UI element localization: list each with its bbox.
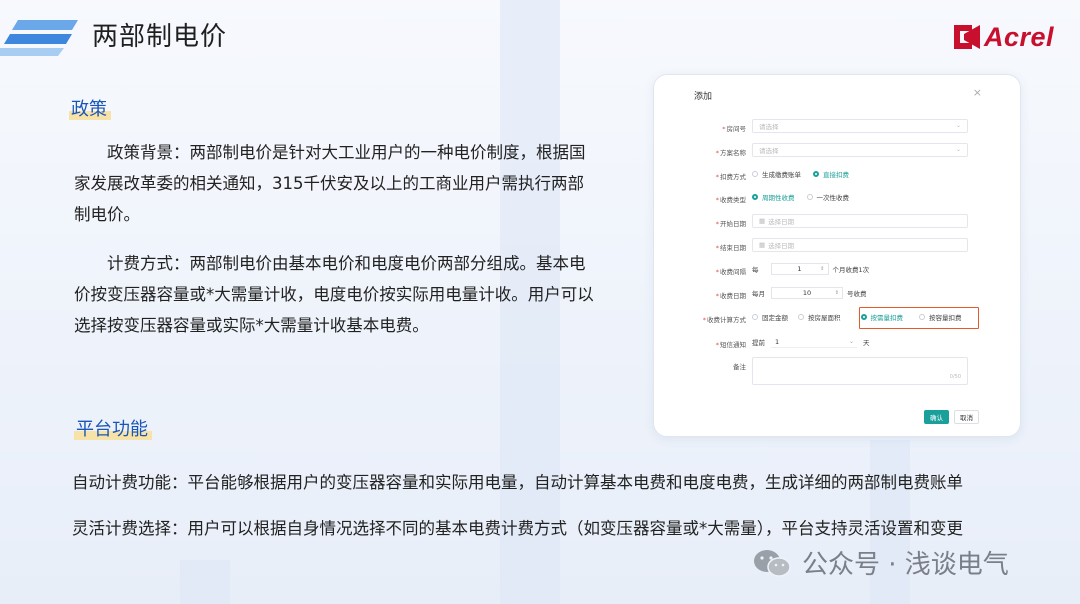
calc-highlight-box	[859, 307, 979, 329]
page-title: 两部制电价	[92, 22, 228, 52]
sms-label: *短信通知	[715, 341, 746, 349]
dialog-title: 添加	[694, 92, 713, 102]
platform-tag: 平台功能	[74, 415, 152, 441]
end-label: *结束日期	[715, 244, 746, 252]
plan-label: *方案名称	[715, 149, 746, 157]
watermark-text: 公众号 · 浅谈电气	[802, 550, 1009, 580]
deduct-direct-radio[interactable]: 直接扣费	[813, 169, 849, 179]
interval-stepper[interactable]: 1 ⇕	[770, 263, 829, 275]
room-select[interactable]: 请选择 ⌄	[752, 119, 968, 133]
confirm-button[interactable]: 确认	[924, 410, 949, 424]
note-textarea[interactable]: 0/50	[752, 357, 968, 385]
start-label: *开始日期	[715, 220, 746, 228]
logo-bars-icon	[0, 20, 78, 56]
close-icon[interactable]: ×	[973, 86, 982, 99]
periodic-radio[interactable]: 周期性收费	[752, 192, 795, 202]
room-label: *房间号	[722, 125, 746, 133]
add-dialog: 添加 × *房间号 请选择 ⌄ *方案名称 请选择 ⌄ *扣费方式 生成缴费账单 直…	[653, 74, 1021, 437]
cancel-button[interactable]: 取消	[954, 410, 979, 424]
start-date-input[interactable]: ▦ 选择日期	[752, 214, 968, 228]
calendar-icon: ▦	[759, 217, 766, 225]
brand-logo: Acrel	[953, 21, 1054, 52]
note-label: 备注	[733, 363, 746, 371]
deduct-bill-radio[interactable]: 生成缴费账单	[752, 169, 801, 179]
note-counter: 0/50	[949, 374, 961, 380]
policy-background: 政策背景：两部制电价是针对大工业用户的一种电价制度，根据国家发展改革委的相关通知…	[74, 143, 586, 224]
brand-text: Acrel	[983, 21, 1054, 52]
chevron-down-icon: ⌄	[955, 122, 961, 129]
chevron-down-icon: ⌄	[848, 338, 854, 345]
charge-type-label: *收费类型	[715, 196, 746, 204]
policy-billing: 计费方式：两部制电价由基本电价和电度电价两部分组成。基本电价按变压器容量或*大需…	[74, 254, 594, 335]
plan-select[interactable]: 请选择 ⌄	[752, 143, 968, 157]
calendar-icon: ▦	[759, 241, 766, 249]
end-date-input[interactable]: ▦ 选择日期	[752, 238, 968, 252]
platform-flexible: 灵活计费选择：用户可以根据自身情况选择不同的基本电费计费方式（如变压器容量或*大…	[72, 519, 963, 538]
day-stepper[interactable]: 10 ⇕	[771, 287, 843, 299]
bg-decoration	[180, 560, 230, 604]
watermark: 公众号 · 浅谈电气	[752, 544, 1009, 581]
sms-select[interactable]: 1 ⌄	[771, 336, 857, 348]
chevron-down-icon: ⌄	[955, 146, 961, 153]
onetime-radio[interactable]: 一次性收费	[806, 192, 849, 202]
deduct-label: *扣费方式	[715, 173, 746, 181]
day-label: *收费日期	[715, 292, 746, 300]
policy-tag: 政策	[69, 95, 111, 121]
fixed-amount-radio[interactable]: 固定金额	[752, 312, 788, 322]
area-radio[interactable]: 按房屋面积	[798, 312, 841, 322]
wechat-icon	[754, 549, 791, 577]
platform-auto: 自动计费功能：平台能够根据用户的变压器容量和实际用电量，自动计算基本电费和电度电…	[72, 473, 963, 492]
interval-label: *收费间隔	[715, 268, 746, 276]
calc-label: *收费计算方式	[702, 316, 746, 324]
acrel-mark-icon	[953, 25, 980, 49]
